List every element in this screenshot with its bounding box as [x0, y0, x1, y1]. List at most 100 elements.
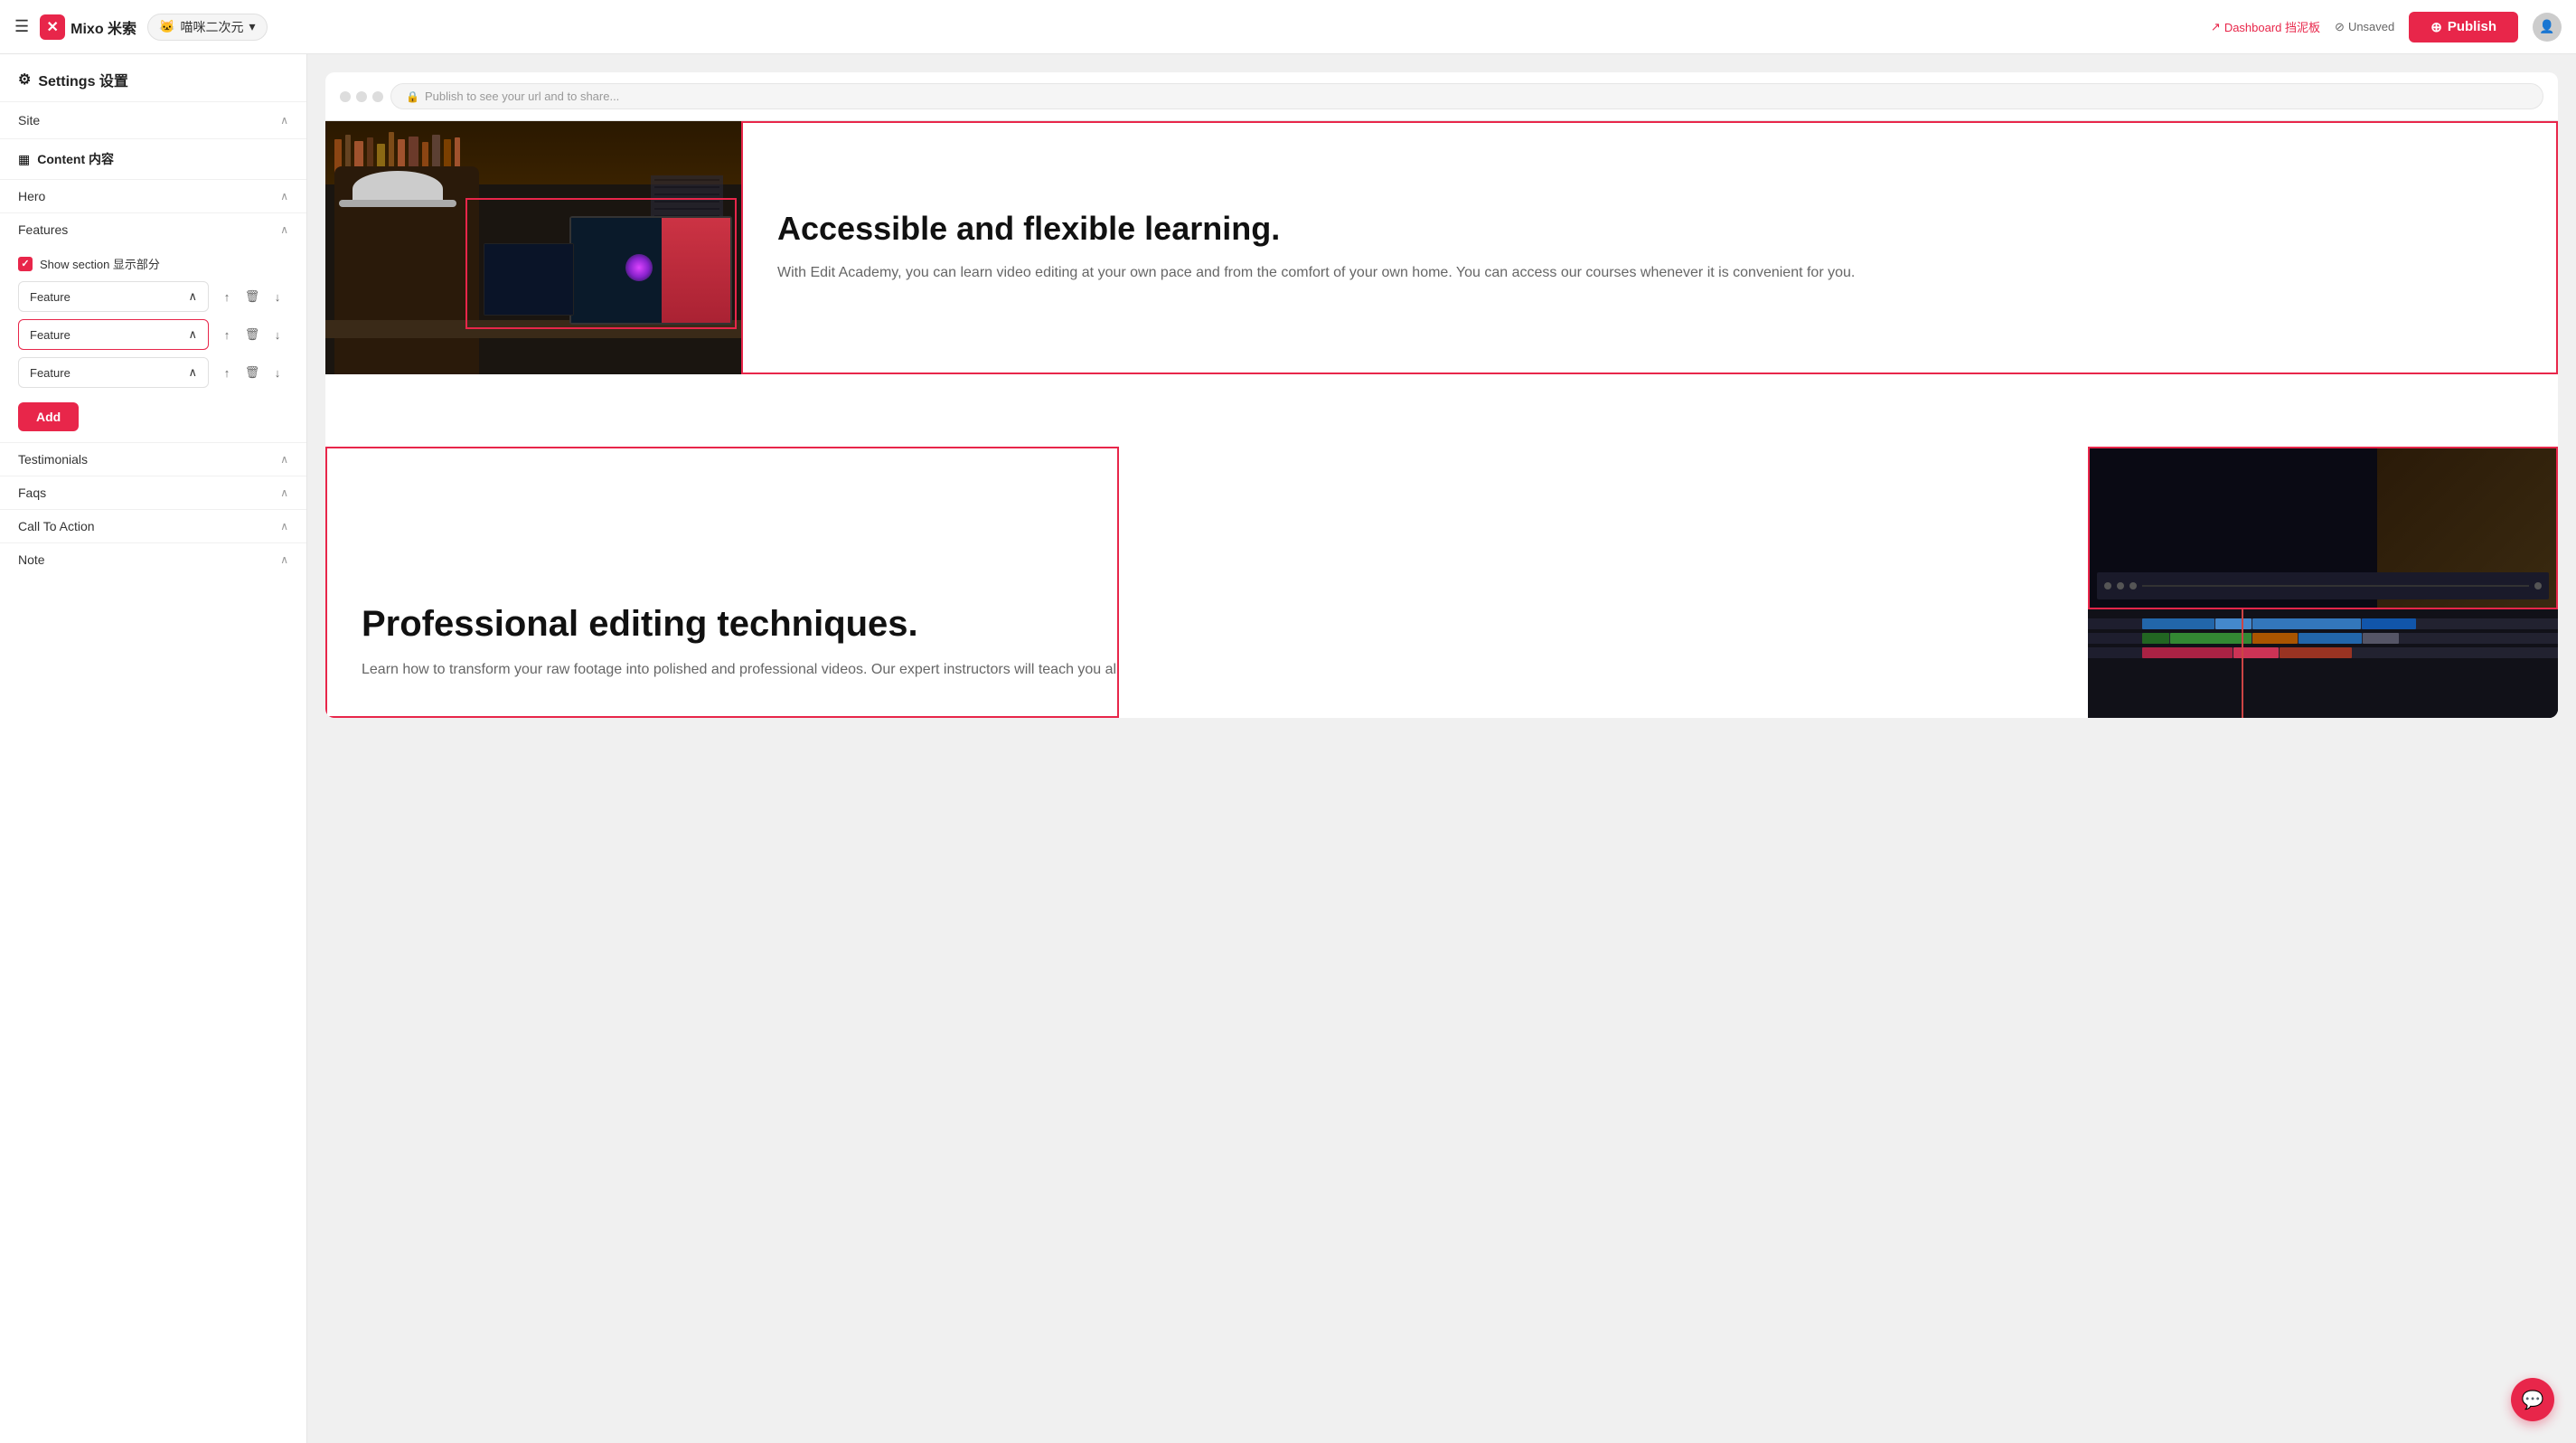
hero-chevron-icon: ∧ [280, 190, 288, 203]
features-section: ✓ Show section 显示部分 Feature ∧ ↑ 🗑 ↓ [0, 246, 306, 442]
logo-wrap: ✕ Mixo 米索 [40, 14, 136, 40]
sidebar: ⚙ Settings 设置 Site ∧ ▦ Content 内容 Hero ∧… [0, 54, 307, 1443]
feature-select-1[interactable]: Feature ∧ [18, 281, 209, 312]
unsaved-icon: ⊘ [2335, 20, 2345, 34]
avatar-icon: 👤 [2539, 19, 2554, 34]
sidebar-item-hero[interactable]: Hero ∧ [0, 179, 306, 212]
url-bar[interactable]: 🔒 Publish to see your url and to share..… [390, 83, 2543, 109]
chat-button[interactable]: 💬 [2511, 1378, 2554, 1421]
unsaved-text: Unsaved [2348, 20, 2394, 33]
hero-label: Hero [18, 189, 45, 203]
dashboard-link[interactable]: ↗ Dashboard 挡泥板 [2211, 18, 2320, 35]
nav-right: ↗ Dashboard 挡泥板 ⊘ Unsaved ⊕ Publish 👤 [2211, 12, 2562, 42]
features-label: Features [18, 222, 68, 237]
cta-chevron-icon: ∧ [280, 520, 288, 533]
settings-label: Settings 设置 [38, 69, 128, 90]
feature-chevron-1: ∧ [188, 289, 197, 304]
dot-3 [372, 91, 383, 102]
lock-icon: 🔒 [406, 90, 419, 103]
feature-controls-3: ↑ 🗑 ↓ [216, 362, 288, 383]
canvas-area: 🔒 Publish to see your url and to share..… [307, 54, 2576, 1443]
feature-2-title: Professional editing techniques. [362, 604, 2052, 644]
show-section-text: Show section 显示部分 [40, 255, 160, 272]
browser-chrome: 🔒 Publish to see your url and to share..… [325, 72, 2558, 121]
site-selector[interactable]: 🐱 喵咪二次元 ▾ [147, 14, 267, 41]
features-chevron-icon: ∧ [280, 223, 288, 236]
dot-2 [356, 91, 367, 102]
feature-2-desc: Learn how to transform your raw footage … [362, 658, 2052, 682]
publish-label: Publish [2448, 19, 2496, 34]
testimonials-chevron-icon: ∧ [280, 453, 288, 466]
feature-row-3: Feature ∧ ↑ 🗑 ↓ [18, 357, 288, 388]
site-favicon: 🐱 [159, 19, 174, 34]
settings-header: ⚙ Settings 设置 [0, 54, 306, 101]
content-label: Content 内容 [37, 150, 114, 168]
feature-2-image [2088, 447, 2558, 718]
logo-icon: ✕ [40, 14, 65, 40]
feature-1-desc: With Edit Academy, you can learn video e… [777, 261, 2522, 285]
content-icon: ▦ [18, 152, 30, 167]
feature-delete-2[interactable]: 🗑 [241, 324, 263, 345]
feature-delete-1[interactable]: 🗑 [241, 286, 263, 307]
feature-label-1: Feature [30, 290, 71, 304]
sidebar-item-note[interactable]: Note ∧ [0, 542, 306, 576]
logo-text: Mixo 米索 [71, 16, 136, 38]
content-header[interactable]: ▦ Content 内容 [0, 138, 306, 179]
feature-select-2[interactable]: Feature ∧ [18, 319, 209, 350]
page-content: Accessible and flexible learning. With E… [325, 121, 2558, 718]
publish-icon: ⊕ [2430, 19, 2442, 35]
section-spacer-1 [325, 374, 2558, 447]
sidebar-item-testimonials[interactable]: Testimonials ∧ [0, 442, 306, 476]
settings-icon: ⚙ [18, 71, 31, 89]
feature-2-section: Professional editing techniques. Learn h… [325, 447, 2558, 718]
call-to-action-label: Call To Action [18, 519, 95, 533]
avatar[interactable]: 👤 [2533, 13, 2562, 42]
faqs-label: Faqs [18, 486, 46, 500]
feature-row-1: Feature ∧ ↑ 🗑 ↓ [18, 281, 288, 312]
sidebar-item-site[interactable]: Site ∧ [0, 101, 306, 138]
feature-delete-3[interactable]: 🗑 [241, 362, 263, 383]
hamburger-icon[interactable]: ☰ [14, 17, 29, 36]
site-name: 喵咪二次元 [180, 18, 243, 36]
feature-controls-1: ↑ 🗑 ↓ [216, 286, 288, 307]
url-placeholder: Publish to see your url and to share... [425, 90, 619, 103]
feature-1-image [325, 121, 741, 374]
feature-2-text: Professional editing techniques. Learn h… [325, 447, 2088, 718]
feature-1-title: Accessible and flexible learning. [777, 211, 2522, 247]
dashboard-label: Dashboard 挡泥板 [2224, 18, 2320, 35]
dashboard-icon: ↗ [2211, 20, 2221, 34]
feature-label-2: Feature [30, 328, 71, 342]
site-chevron-icon: ∧ [280, 114, 288, 127]
feature-1-text: Accessible and flexible learning. With E… [741, 121, 2558, 374]
testimonials-label: Testimonials [18, 452, 88, 467]
checkbox-check-icon: ✓ [21, 258, 29, 269]
feature-label-3: Feature [30, 366, 71, 380]
feature-controls-2: ↑ 🗑 ↓ [216, 324, 288, 345]
feature-up-1[interactable]: ↑ [216, 286, 238, 307]
feature-select-3[interactable]: Feature ∧ [18, 357, 209, 388]
note-chevron-icon: ∧ [280, 553, 288, 566]
feature-down-1[interactable]: ↓ [267, 286, 288, 307]
content-header-left: ▦ Content 内容 [18, 150, 114, 168]
feature-up-2[interactable]: ↑ [216, 324, 238, 345]
sidebar-item-features[interactable]: Features ∧ [0, 212, 306, 246]
feature-row-2: Feature ∧ ↑ 🗑 ↓ [18, 319, 288, 350]
add-feature-button[interactable]: Add [18, 402, 79, 431]
site-chevron-icon: ▾ [249, 19, 255, 34]
nav-left: ☰ ✕ Mixo 米索 🐱 喵咪二次元 ▾ [14, 14, 2211, 41]
site-label: Site [18, 113, 40, 127]
faqs-chevron-icon: ∧ [280, 486, 288, 499]
feature-1-section: Accessible and flexible learning. With E… [325, 121, 2558, 374]
main-layout: ⚙ Settings 设置 Site ∧ ▦ Content 内容 Hero ∧… [0, 54, 2576, 1443]
feature-down-2[interactable]: ↓ [267, 324, 288, 345]
unsaved-status[interactable]: ⊘ Unsaved [2335, 20, 2394, 34]
sidebar-item-call-to-action[interactable]: Call To Action ∧ [0, 509, 306, 542]
feature-chevron-3: ∧ [188, 365, 197, 380]
feature-chevron-2: ∧ [188, 327, 197, 342]
publish-button[interactable]: ⊕ Publish [2409, 12, 2518, 42]
dot-1 [340, 91, 351, 102]
sidebar-item-faqs[interactable]: Faqs ∧ [0, 476, 306, 509]
show-section-checkbox[interactable]: ✓ [18, 257, 33, 271]
feature-up-3[interactable]: ↑ [216, 362, 238, 383]
feature-down-3[interactable]: ↓ [267, 362, 288, 383]
